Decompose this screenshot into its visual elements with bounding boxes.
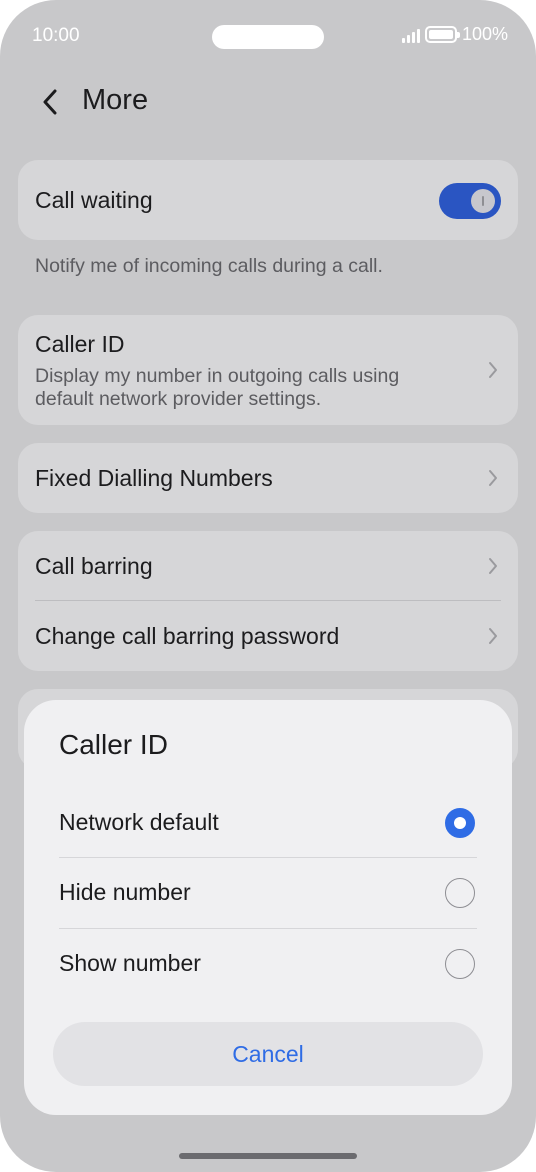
option-hide-number[interactable]: Hide number [24,858,512,928]
page-header: More [0,78,536,124]
status-bar: 10:00 100% [0,0,536,72]
option-network-default[interactable]: Network default [24,788,512,858]
status-icons: 100% [401,24,508,45]
battery-full-icon [424,26,460,43]
camera-cutout [212,25,324,49]
fixed-dialling-row[interactable]: Fixed Dialling Numbers [18,443,518,513]
call-waiting-toggle[interactable] [439,183,501,219]
signal-bars-icon [401,27,420,43]
page-title: More [82,84,149,116]
status-time: 10:00 [32,25,80,46]
home-indicator[interactable] [179,1153,357,1159]
chevron-right-icon [489,470,497,486]
change-barring-password-row[interactable]: Change call barring password [18,601,518,671]
radio-unselected-icon[interactable] [445,949,475,979]
call-waiting-card: Call waiting [18,160,518,240]
call-waiting-helper: Notify me of incoming calls during a cal… [35,255,383,277]
caller-id-label: Caller ID [35,331,125,357]
back-button[interactable] [30,82,70,122]
chevron-right-icon [489,558,497,574]
chevron-left-icon [43,89,57,115]
option-label: Network default [59,809,219,835]
call-barring-label: Call barring [35,553,153,579]
call-waiting-row[interactable]: Call waiting [18,160,518,240]
toggle-knob [471,189,495,213]
battery-percent: 100% [461,24,508,44]
call-waiting-label: Call waiting [35,187,153,213]
option-label: Show number [59,950,201,976]
chevron-right-icon [489,628,497,644]
caller-id-description: Display my number in outgoing calls usin… [35,365,400,410]
cancel-button[interactable]: Cancel [53,1022,483,1086]
caller-id-card: Caller ID Display my number in outgoing … [18,315,518,425]
radio-selected-icon[interactable] [445,808,475,838]
chevron-right-icon [489,362,497,378]
caller-id-dialog: Caller ID Network default Hide number Sh… [24,700,512,1115]
dialog-title: Caller ID [59,729,168,760]
phone-screen: 10:00 100% More Call waiting Notify me o… [0,0,536,1172]
call-barring-card: Call barring Change call barring passwor… [18,531,518,671]
fixed-dialling-label: Fixed Dialling Numbers [35,465,273,491]
call-barring-row[interactable]: Call barring [18,531,518,601]
radio-unselected-icon[interactable] [445,878,475,908]
option-label: Hide number [59,879,191,905]
fixed-dialling-card: Fixed Dialling Numbers [18,443,518,513]
change-barring-password-label: Change call barring password [35,623,340,649]
option-show-number[interactable]: Show number [24,929,512,999]
caller-id-row[interactable]: Caller ID Display my number in outgoing … [18,315,518,425]
